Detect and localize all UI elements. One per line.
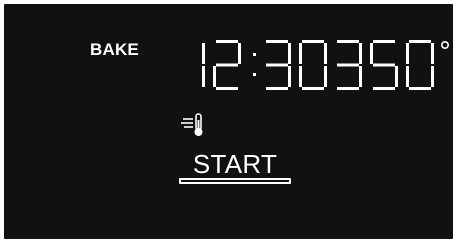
segment-a	[302, 40, 324, 43]
segment-d	[266, 87, 288, 90]
start-underline-bar	[179, 178, 291, 184]
segment-a	[373, 40, 395, 43]
digit-3	[266, 40, 291, 90]
segment-f	[406, 43, 409, 64]
segment-a	[216, 40, 238, 43]
segment-c	[288, 66, 291, 87]
seven-segment-display: °	[202, 40, 449, 90]
digit-0	[299, 40, 327, 90]
segment-d	[373, 87, 395, 90]
segment-b	[324, 43, 327, 64]
digit-3	[337, 40, 362, 90]
segment-b	[359, 43, 362, 64]
segment-g	[216, 63, 238, 67]
segment-e	[406, 66, 409, 87]
segment-c	[395, 66, 398, 87]
colon-dot	[253, 73, 256, 76]
temperature-readout	[337, 40, 434, 90]
segment-f	[370, 43, 373, 64]
segment-d	[409, 87, 431, 90]
digit-5	[370, 40, 398, 90]
segment-b	[288, 43, 291, 64]
segment-a	[337, 40, 359, 43]
segment-e	[213, 66, 216, 87]
segment-c	[359, 66, 362, 87]
segment-c	[324, 66, 327, 87]
segment-c	[431, 66, 434, 87]
digit-1	[202, 43, 205, 87]
digit-0	[406, 40, 434, 90]
degree-symbol	[440, 40, 449, 49]
segment-b	[238, 43, 241, 64]
segment-d	[302, 87, 324, 90]
segment-b	[202, 43, 205, 64]
temperature-unit: °	[440, 40, 449, 49]
convection-fan-thermometer-icon	[181, 113, 203, 136]
segment-b	[431, 43, 434, 64]
digit-2	[213, 40, 241, 90]
segment-d	[216, 87, 238, 90]
segment-f	[299, 43, 302, 64]
start-label: START	[192, 149, 278, 179]
time-readout	[202, 40, 327, 90]
start-button[interactable]: START	[177, 149, 293, 189]
segment-g	[266, 63, 288, 67]
segment-c	[202, 66, 205, 87]
oven-control-panel: BAKE ° START	[4, 4, 453, 239]
segment-g	[337, 63, 359, 67]
colon-dot	[253, 53, 256, 56]
segment-a	[409, 40, 431, 43]
segment-g	[373, 63, 395, 67]
segment-e	[299, 66, 302, 87]
segment-d	[337, 87, 359, 90]
segment-a	[266, 40, 288, 43]
